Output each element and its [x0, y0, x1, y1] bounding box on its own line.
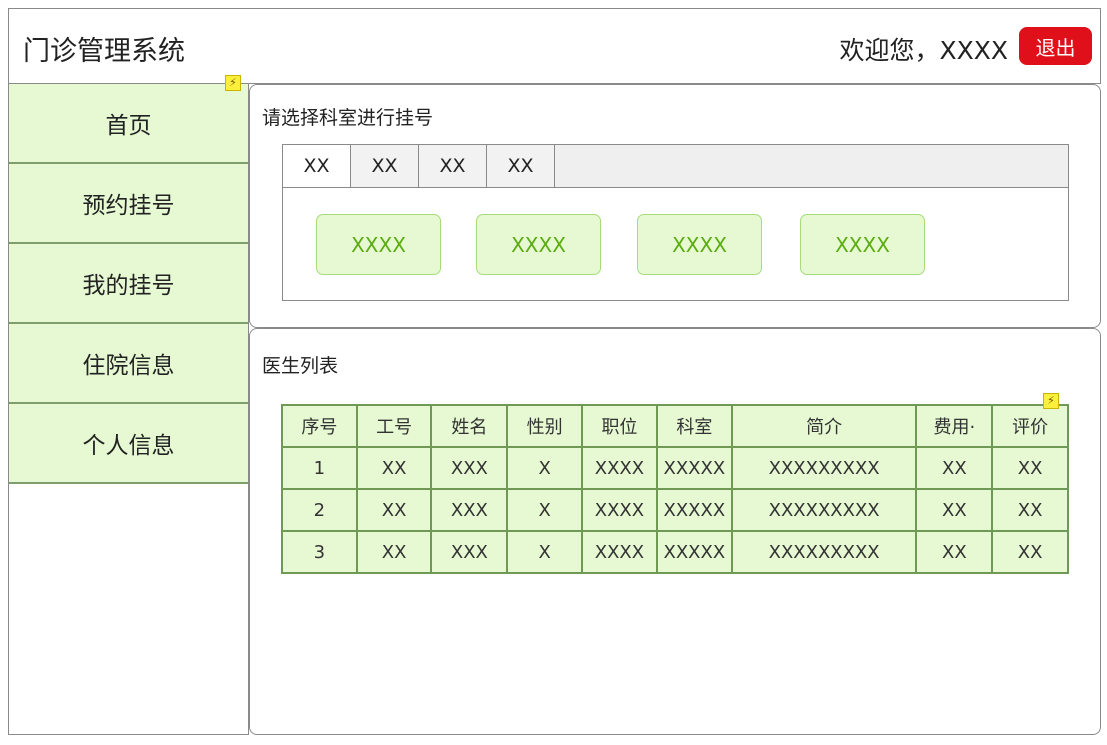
column-header: 评价	[991, 404, 1069, 448]
table-cell: 2	[281, 488, 358, 532]
table-cell: XX	[355, 446, 433, 490]
tab-4[interactable]: XX	[487, 145, 555, 187]
column-header: 工号	[355, 404, 433, 448]
tab-3[interactable]: XX	[419, 145, 487, 187]
column-header: 费用·	[915, 404, 994, 448]
sidebar-item-appointment[interactable]: 预约挂号	[9, 164, 248, 244]
table-cell: XX	[991, 446, 1069, 490]
app-title: 门诊管理系统	[23, 36, 185, 67]
welcome-text: 欢迎您，XXXX	[839, 36, 1008, 65]
table-cell: 1	[281, 446, 358, 490]
table-row[interactable]: 2 XX XXX X XXXX XXXXX XXXXXXXXX XX XX	[281, 488, 1069, 532]
lightning-bolt-icon: ⚡	[1043, 393, 1059, 409]
app-header: 门诊管理系统 欢迎您，XXXX 退出	[8, 8, 1101, 84]
table-cell: XX	[991, 488, 1069, 532]
table-cell: XX	[355, 530, 433, 574]
sidebar: 首页 预约挂号 我的挂号 住院信息 个人信息	[8, 84, 249, 735]
department-button[interactable]: XXXX	[637, 214, 762, 275]
department-button[interactable]: XXXX	[800, 214, 925, 275]
lightning-bolt-icon: ⚡	[225, 75, 241, 91]
table-cell: XXXX	[581, 488, 658, 532]
table-cell: XXX	[430, 446, 509, 490]
table-cell: X	[506, 488, 583, 532]
table-cell: XXXXX	[655, 446, 733, 490]
department-panel: 请选择科室进行挂号 XX XX XX XX XXXX XXXX XXXX XXX…	[249, 84, 1101, 328]
table-cell: X	[506, 446, 583, 490]
department-selector: XX XX XX XX XXXX XXXX XXXX XXXX	[282, 144, 1069, 301]
column-header: 简介	[730, 404, 918, 448]
table-cell: XX	[915, 488, 994, 532]
table-header-row: 序号 工号 姓名 性别 职位 科室 简介 费用· 评价	[281, 404, 1069, 448]
table-cell: XXXXX	[655, 530, 733, 574]
table-cell: XX	[915, 446, 994, 490]
table-cell: XXXXXXXXX	[730, 530, 918, 574]
table-cell: 3	[281, 530, 358, 574]
department-button[interactable]: XXXX	[316, 214, 441, 275]
table-row[interactable]: 3 XX XXX X XXXX XXXXX XXXXXXXXX XX XX	[281, 530, 1069, 574]
doctor-panel: 医生列表 序号 工号 姓名 性别 职位 科室 简介 费用· 评价 1 XX XX…	[249, 328, 1101, 735]
column-header: 姓名	[430, 404, 509, 448]
department-button[interactable]: XXXX	[476, 214, 601, 275]
table-cell: XXXX	[581, 446, 658, 490]
table-cell: XXXX	[581, 530, 658, 574]
table-cell: XXX	[430, 530, 509, 574]
table-cell: XXXXXXXXX	[730, 446, 918, 490]
table-cell: XXXXXXXXX	[730, 488, 918, 532]
table-cell: XX	[355, 488, 433, 532]
column-header: 序号	[281, 404, 358, 448]
column-header: 职位	[581, 404, 658, 448]
tab-1[interactable]: XX	[283, 145, 351, 187]
logout-button[interactable]: 退出	[1019, 27, 1092, 65]
sidebar-item-home[interactable]: 首页	[9, 84, 248, 164]
sidebar-item-profile[interactable]: 个人信息	[9, 404, 248, 484]
department-tab-bar: XX XX XX XX	[283, 145, 1068, 188]
doctor-table: 序号 工号 姓名 性别 职位 科室 简介 费用· 评价 1 XX XXX X X…	[281, 404, 1069, 574]
sidebar-item-my-registrations[interactable]: 我的挂号	[9, 244, 248, 324]
table-cell: XXXXX	[655, 488, 733, 532]
doctor-panel-title: 医生列表	[262, 355, 339, 377]
table-cell: X	[506, 530, 583, 574]
tab-2[interactable]: XX	[351, 145, 419, 187]
table-cell: XXX	[430, 488, 509, 532]
sidebar-item-hospitalization[interactable]: 住院信息	[9, 324, 248, 404]
column-header: 性别	[506, 404, 583, 448]
table-row[interactable]: 1 XX XXX X XXXX XXXXX XXXXXXXXX XX XX	[281, 446, 1069, 490]
table-cell: XX	[991, 530, 1069, 574]
table-cell: XX	[915, 530, 994, 574]
department-panel-title: 请选择科室进行挂号	[262, 107, 434, 129]
column-header: 科室	[655, 404, 733, 448]
